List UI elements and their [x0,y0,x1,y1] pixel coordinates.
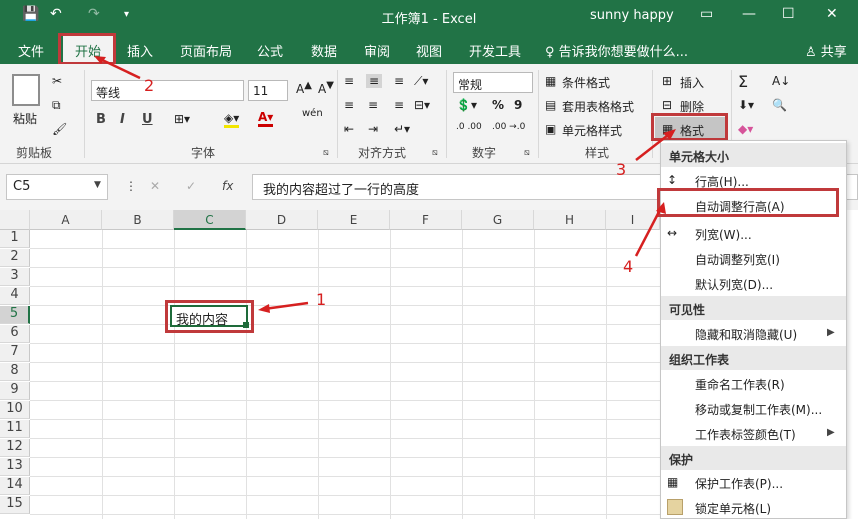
arrow-head-1 [258,304,270,313]
arrow-line-2 [97,56,141,80]
annotation-label-2: 2 [144,76,155,95]
arrow-line-4 [634,205,664,257]
arrow-line-1 [263,301,309,311]
annotation-label-4: 4 [623,257,634,276]
annotation-label-1: 1 [316,290,327,309]
annotation-arrows [94,56,676,313]
annotation-label-3: 3 [616,160,627,179]
